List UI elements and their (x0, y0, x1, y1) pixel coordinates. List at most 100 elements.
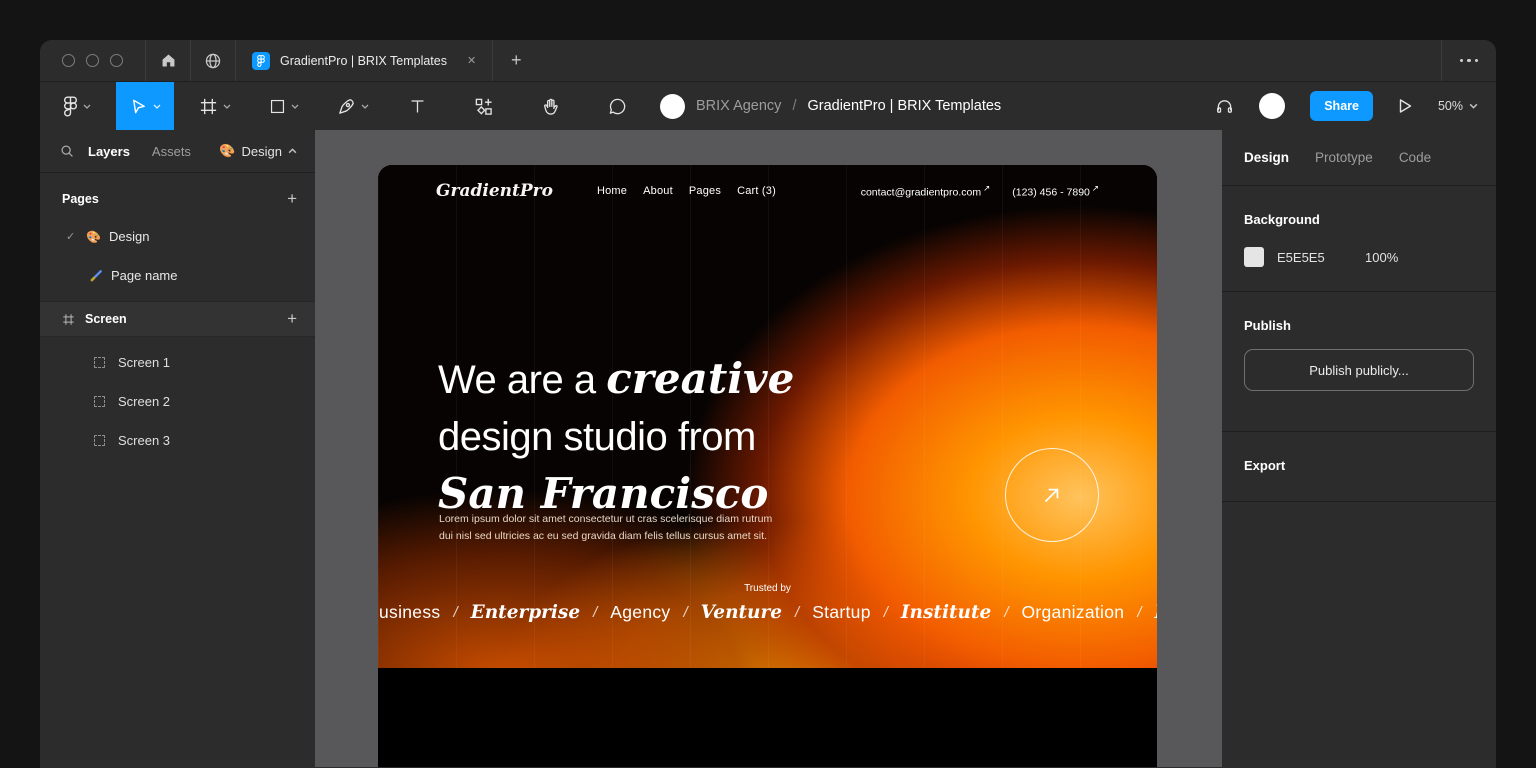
zoom-level: 50% (1437, 99, 1463, 113)
left-sidebar: Layers Assets 🎨 Design Pages + ✓ 🎨 Desig… (40, 130, 315, 767)
next-section (378, 668, 1157, 767)
pages-section-header: Pages + (40, 181, 315, 217)
page-item-page-name[interactable]: Page name (40, 256, 315, 295)
window-controls (40, 40, 145, 81)
frame-hash-icon (63, 313, 74, 325)
ellipsis-icon (1467, 58, 1471, 63)
shape-tool-button[interactable] (258, 82, 310, 130)
comment-icon (609, 98, 626, 114)
tab-close-icon[interactable]: ✕ (467, 54, 476, 67)
new-tab-button[interactable]: + (493, 40, 539, 81)
user-avatar[interactable] (1259, 93, 1286, 119)
breadcrumb-file-title[interactable]: GradientPro | BRIX Templates (807, 98, 1001, 114)
team-avatar (660, 93, 685, 119)
tab-prototype[interactable]: Prototype (1315, 150, 1373, 165)
tab-assets[interactable]: Assets (152, 144, 191, 159)
tab-bar: GradientPro | BRIX Templates ✕ + (40, 40, 1496, 82)
chevron-down-icon (153, 104, 161, 109)
palette-emoji-icon: 🎨 (219, 143, 236, 158)
window-control-maximize[interactable] (110, 54, 123, 67)
tab-code[interactable]: Code (1399, 150, 1431, 165)
export-section[interactable]: Export (1222, 432, 1496, 502)
chevron-down-icon (83, 104, 91, 109)
hero-cta-circle (1005, 448, 1099, 542)
marquee-item: Institute (1154, 602, 1157, 623)
present-icon[interactable] (1398, 98, 1413, 114)
marquee-item: Enterprise (470, 602, 581, 623)
add-screen-button[interactable]: + (287, 309, 297, 329)
search-icon[interactable] (60, 144, 74, 158)
ellipsis-icon (1459, 58, 1464, 63)
file-tab-title: GradientPro | BRIX Templates (280, 53, 447, 68)
arrow-up-right-icon: ↗ (983, 183, 991, 194)
layer-item-screen-1[interactable]: Screen 1 (40, 343, 315, 382)
move-tool-button[interactable] (116, 82, 174, 130)
contact-email-link: contact@gradientpro.com ↗ (860, 183, 991, 199)
color-hex-value[interactable]: E5E5E5 (1277, 250, 1365, 265)
rectangle-tool-icon (270, 99, 285, 113)
marquee-item: Venture (700, 602, 783, 623)
chevron-down-icon (223, 104, 231, 109)
color-opacity-value[interactable]: 100% (1365, 250, 1398, 265)
globe-icon (205, 53, 221, 68)
marquee-item: Institute (900, 602, 992, 623)
breadcrumb-separator: / (792, 98, 797, 114)
huddle-headphones-icon[interactable] (1215, 97, 1234, 116)
layer-item-screen-2[interactable]: Screen 2 (40, 382, 315, 421)
window-menu-button[interactable] (1442, 40, 1496, 81)
chevron-up-icon (288, 148, 297, 154)
comment-tool-button[interactable] (597, 82, 638, 130)
page-item-design[interactable]: ✓ 🎨 Design (40, 217, 315, 256)
frame-icon (94, 435, 105, 446)
nav-link-home: Home (596, 185, 628, 197)
window-control-minimize[interactable] (86, 54, 99, 67)
tab-layers[interactable]: Layers (88, 144, 130, 159)
screen-section-header[interactable]: Screen + (40, 301, 315, 337)
file-tab[interactable]: GradientPro | BRIX Templates ✕ (236, 40, 492, 81)
hero-heading: We are a creative design studio from San… (438, 354, 795, 518)
check-icon: ✓ (66, 231, 76, 243)
right-sidebar-tabs: Design Prototype Code (1222, 130, 1496, 186)
pen-tool-button[interactable] (326, 82, 380, 130)
page-item-label: Design (108, 229, 150, 244)
components-icon (475, 98, 492, 115)
chevron-down-icon (1469, 103, 1478, 109)
layer-item-screen-3[interactable]: Screen 3 (40, 421, 315, 460)
hero-paragraph: Lorem ipsum dolor sit amet consectetur u… (439, 513, 773, 542)
frame-tool-icon (200, 98, 217, 114)
design-logo: GradientPro (436, 181, 553, 201)
marquee-item: usiness (379, 602, 441, 622)
share-button[interactable]: Share (1310, 91, 1373, 121)
community-button[interactable] (191, 40, 235, 81)
page-selector[interactable]: 🎨 Design (219, 143, 297, 159)
main-menu-button[interactable] (52, 82, 102, 130)
zoom-menu[interactable]: 50% (1438, 99, 1478, 113)
tab-design[interactable]: Design (1244, 150, 1289, 165)
frame-tool-button[interactable] (188, 82, 242, 130)
contact-phone-link: (123) 456 - 7890 ↗ (1012, 183, 1099, 199)
publish-publicly-button[interactable]: Publish publicly... (1244, 349, 1474, 391)
layer-label: Screen 2 (118, 394, 171, 409)
hand-tool-icon (544, 98, 558, 115)
design-contact-links: contact@gradientpro.com ↗ (123) 456 - 789… (861, 183, 1099, 199)
nav-link-cart: Cart (3) (737, 185, 776, 197)
add-page-button[interactable]: + (287, 189, 297, 209)
color-swatch[interactable] (1244, 247, 1264, 267)
home-button[interactable] (146, 40, 190, 81)
design-frame-screen-1[interactable]: GradientPro Home About Pages Cart (3) co… (378, 165, 1157, 767)
ellipsis-icon (1474, 58, 1479, 63)
page-selector-label: Design (241, 143, 282, 159)
text-tool-button[interactable] (398, 82, 437, 130)
resources-tool-button[interactable] (463, 82, 504, 130)
frame-icon (94, 357, 105, 368)
marquee-item: Organization (1021, 602, 1125, 622)
hand-tool-button[interactable] (530, 82, 571, 130)
pen-tool-icon (339, 98, 354, 114)
move-cursor-icon (133, 99, 145, 113)
design-nav: GradientPro Home About Pages Cart (3) co… (378, 165, 1157, 217)
tab-bar-spacer (539, 40, 1441, 81)
canvas[interactable]: GradientPro Home About Pages Cart (3) co… (315, 130, 1222, 767)
breadcrumb-team[interactable]: BRIX Agency (696, 98, 781, 114)
figma-file-icon (252, 51, 270, 70)
window-control-close[interactable] (62, 54, 75, 67)
